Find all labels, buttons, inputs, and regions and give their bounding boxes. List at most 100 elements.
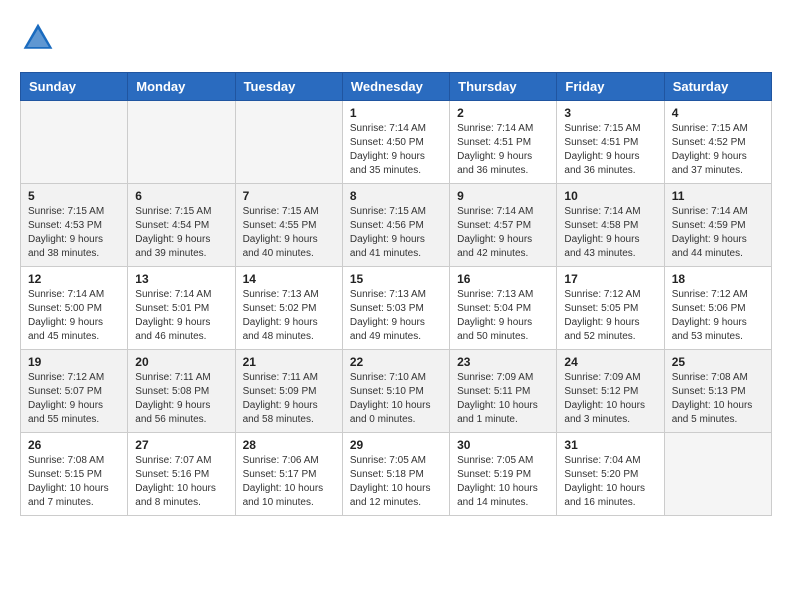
calendar-cell: 3Sunrise: 7:15 AM Sunset: 4:51 PM Daylig… bbox=[557, 101, 664, 184]
calendar-cell: 29 Sunrise: 7:05 AM Sunset: 5:18 PM Dayli… bbox=[342, 433, 449, 516]
calendar-cell: 17 Sunrise: 7:12 AM Sunset: 5:05 PM Dayli… bbox=[557, 267, 664, 350]
calendar-cell: 2 Sunrise: 7:14 AM Sunset: 4:51 PM Daylig… bbox=[450, 101, 557, 184]
day-number: 15 bbox=[350, 272, 442, 286]
calendar-cell: 21 Sunrise: 7:11 AM Sunset: 5:09 PM Dayli… bbox=[235, 350, 342, 433]
calendar-cell: 4 Sunrise: 7:15 AM Sunset: 4:52 PM Daylig… bbox=[664, 101, 771, 184]
calendar-cell: 14 Sunrise: 7:13 AM Sunset: 5:02 PM Dayli… bbox=[235, 267, 342, 350]
day-info: Sunrise: 7:10 AM Sunset: 5:10 PM Dayligh… bbox=[350, 371, 442, 427]
day-number: 17 bbox=[564, 272, 656, 286]
day-number: 25 bbox=[672, 355, 764, 369]
day-info: Sunrise: 7:04 AM Sunset: 5:20 PM Dayligh… bbox=[564, 454, 656, 510]
day-info: Sunrise: 7:14 AM Sunset: 4:59 PM Dayligh… bbox=[672, 205, 764, 261]
calendar-cell: 15 Sunrise: 7:13 AM Sunset: 5:03 PM Dayli… bbox=[342, 267, 449, 350]
calendar-cell: 18 Sunrise: 7:12 AM Sunset: 5:06 PM Dayli… bbox=[664, 267, 771, 350]
day-number: 16 bbox=[457, 272, 549, 286]
calendar-cell: 26 Sunrise: 7:08 AM Sunset: 5:15 PM Dayli… bbox=[21, 433, 128, 516]
day-number: 6 bbox=[135, 189, 227, 203]
calendar-week-row: 26 Sunrise: 7:08 AM Sunset: 5:15 PM Dayli… bbox=[21, 433, 772, 516]
day-number: 8 bbox=[350, 189, 442, 203]
day-number: 21 bbox=[243, 355, 335, 369]
day-number: 12 bbox=[28, 272, 120, 286]
day-info: Sunrise: 7:15 AM Sunset: 4:53 PM Dayligh… bbox=[28, 205, 120, 261]
day-number: 27 bbox=[135, 438, 227, 452]
day-number: 26 bbox=[28, 438, 120, 452]
day-number: 13 bbox=[135, 272, 227, 286]
calendar-cell: 16 Sunrise: 7:13 AM Sunset: 5:04 PM Dayli… bbox=[450, 267, 557, 350]
day-number: 3 bbox=[564, 106, 656, 120]
day-info: Sunrise: 7:15 AM Sunset: 4:56 PM Dayligh… bbox=[350, 205, 442, 261]
day-info: Sunrise: 7:14 AM Sunset: 5:01 PM Dayligh… bbox=[135, 288, 227, 344]
calendar-cell: 11 Sunrise: 7:14 AM Sunset: 4:59 PM Dayli… bbox=[664, 184, 771, 267]
page-header bbox=[20, 20, 772, 56]
day-info: Sunrise: 7:05 AM Sunset: 5:19 PM Dayligh… bbox=[457, 454, 549, 510]
column-header-tuesday: Tuesday bbox=[235, 73, 342, 101]
day-number: 30 bbox=[457, 438, 549, 452]
day-info: Sunrise: 7:15 AM Sunset: 4:54 PM Dayligh… bbox=[135, 205, 227, 261]
day-info: Sunrise: 7:09 AM Sunset: 5:12 PM Dayligh… bbox=[564, 371, 656, 427]
day-number: 28 bbox=[243, 438, 335, 452]
day-info: Sunrise: 7:12 AM Sunset: 5:07 PM Dayligh… bbox=[28, 371, 120, 427]
calendar-week-row: 19 Sunrise: 7:12 AM Sunset: 5:07 PM Dayli… bbox=[21, 350, 772, 433]
calendar-cell: 27 Sunrise: 7:07 AM Sunset: 5:16 PM Dayli… bbox=[128, 433, 235, 516]
day-info: Sunrise: 7:08 AM Sunset: 5:13 PM Dayligh… bbox=[672, 371, 764, 427]
day-number: 7 bbox=[243, 189, 335, 203]
calendar-cell: 20 Sunrise: 7:11 AM Sunset: 5:08 PM Dayli… bbox=[128, 350, 235, 433]
calendar-header-row: SundayMondayTuesdayWednesdayThursdayFrid… bbox=[21, 73, 772, 101]
day-info: Sunrise: 7:05 AM Sunset: 5:18 PM Dayligh… bbox=[350, 454, 442, 510]
calendar-cell: 24 Sunrise: 7:09 AM Sunset: 5:12 PM Dayli… bbox=[557, 350, 664, 433]
day-info: Sunrise: 7:11 AM Sunset: 5:09 PM Dayligh… bbox=[243, 371, 335, 427]
day-number: 9 bbox=[457, 189, 549, 203]
day-number: 14 bbox=[243, 272, 335, 286]
day-number: 1 bbox=[350, 106, 442, 120]
day-number: 20 bbox=[135, 355, 227, 369]
calendar-cell: 5 Sunrise: 7:15 AM Sunset: 4:53 PM Daylig… bbox=[21, 184, 128, 267]
calendar-cell: 8 Sunrise: 7:15 AM Sunset: 4:56 PM Daylig… bbox=[342, 184, 449, 267]
day-info: Sunrise: 7:09 AM Sunset: 5:11 PM Dayligh… bbox=[457, 371, 549, 427]
calendar-cell bbox=[235, 101, 342, 184]
calendar-cell: 28 Sunrise: 7:06 AM Sunset: 5:17 PM Dayli… bbox=[235, 433, 342, 516]
calendar-cell: 6 Sunrise: 7:15 AM Sunset: 4:54 PM Daylig… bbox=[128, 184, 235, 267]
calendar-cell bbox=[128, 101, 235, 184]
day-info: Sunrise: 7:14 AM Sunset: 4:58 PM Dayligh… bbox=[564, 205, 656, 261]
day-number: 29 bbox=[350, 438, 442, 452]
day-info: Sunrise: 7:13 AM Sunset: 5:04 PM Dayligh… bbox=[457, 288, 549, 344]
logo bbox=[20, 20, 62, 56]
calendar-cell bbox=[664, 433, 771, 516]
day-info: Sunrise: 7:12 AM Sunset: 5:05 PM Dayligh… bbox=[564, 288, 656, 344]
calendar-week-row: 5 Sunrise: 7:15 AM Sunset: 4:53 PM Daylig… bbox=[21, 184, 772, 267]
column-header-thursday: Thursday bbox=[450, 73, 557, 101]
day-info: Sunrise: 7:13 AM Sunset: 5:03 PM Dayligh… bbox=[350, 288, 442, 344]
day-info: Sunrise: 7:15 AM Sunset: 4:55 PM Dayligh… bbox=[243, 205, 335, 261]
day-info: Sunrise: 7:14 AM Sunset: 4:57 PM Dayligh… bbox=[457, 205, 549, 261]
column-header-monday: Monday bbox=[128, 73, 235, 101]
day-number: 18 bbox=[672, 272, 764, 286]
day-info: Sunrise: 7:15 AM Sunset: 4:52 PM Dayligh… bbox=[672, 122, 764, 178]
calendar-table: SundayMondayTuesdayWednesdayThursdayFrid… bbox=[20, 72, 772, 516]
column-header-saturday: Saturday bbox=[664, 73, 771, 101]
day-info: Sunrise: 7:14 AM Sunset: 4:51 PM Dayligh… bbox=[457, 122, 549, 178]
day-number: 4 bbox=[672, 106, 764, 120]
day-info: Sunrise: 7:08 AM Sunset: 5:15 PM Dayligh… bbox=[28, 454, 120, 510]
day-number: 2 bbox=[457, 106, 549, 120]
day-number: 5 bbox=[28, 189, 120, 203]
column-header-sunday: Sunday bbox=[21, 73, 128, 101]
calendar-cell: 10 Sunrise: 7:14 AM Sunset: 4:58 PM Dayli… bbox=[557, 184, 664, 267]
column-header-wednesday: Wednesday bbox=[342, 73, 449, 101]
day-number: 11 bbox=[672, 189, 764, 203]
day-info: Sunrise: 7:14 AM Sunset: 4:50 PM Dayligh… bbox=[350, 122, 442, 178]
day-info: Sunrise: 7:11 AM Sunset: 5:08 PM Dayligh… bbox=[135, 371, 227, 427]
day-info: Sunrise: 7:06 AM Sunset: 5:17 PM Dayligh… bbox=[243, 454, 335, 510]
day-number: 22 bbox=[350, 355, 442, 369]
day-number: 19 bbox=[28, 355, 120, 369]
calendar-cell: 7 Sunrise: 7:15 AM Sunset: 4:55 PM Daylig… bbox=[235, 184, 342, 267]
calendar-cell: 9 Sunrise: 7:14 AM Sunset: 4:57 PM Daylig… bbox=[450, 184, 557, 267]
logo-icon bbox=[20, 20, 56, 56]
column-header-friday: Friday bbox=[557, 73, 664, 101]
day-info: Sunrise: 7:12 AM Sunset: 5:06 PM Dayligh… bbox=[672, 288, 764, 344]
day-info: Sunrise: 7:07 AM Sunset: 5:16 PM Dayligh… bbox=[135, 454, 227, 510]
calendar-cell: 12Sunrise: 7:14 AM Sunset: 5:00 PM Dayli… bbox=[21, 267, 128, 350]
day-number: 24 bbox=[564, 355, 656, 369]
day-number: 23 bbox=[457, 355, 549, 369]
day-number: 10 bbox=[564, 189, 656, 203]
day-info: Sunrise: 7:13 AM Sunset: 5:02 PM Dayligh… bbox=[243, 288, 335, 344]
